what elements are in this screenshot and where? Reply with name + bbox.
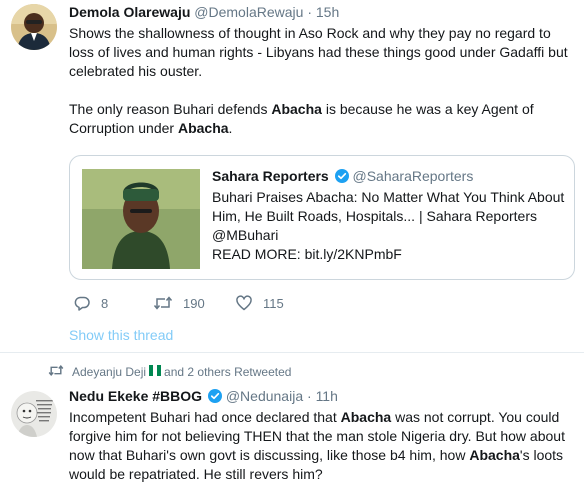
quoted-author-name: Sahara Reporters bbox=[212, 168, 329, 184]
text-segment: 's loots bbox=[519, 447, 564, 463]
text-bold-segment: Abacha bbox=[177, 120, 229, 136]
text-line: would be repatriated. He still revers hi… bbox=[69, 466, 323, 482]
quoted-text-line: Him, He Built Roads, Hospitals... | Saha… bbox=[212, 208, 537, 224]
retweet-context-suffix: and 2 others Retweeted bbox=[164, 365, 292, 379]
text-segment: The only reason Buhari defends bbox=[69, 101, 272, 117]
avatar-demola[interactable] bbox=[11, 4, 57, 50]
avatar-nedu[interactable] bbox=[11, 391, 57, 437]
tweet-actions: 8 190 115 bbox=[69, 294, 469, 316]
nigeria-flag-icon bbox=[149, 365, 162, 379]
author-name[interactable]: Nedu Ekeke #BBOG bbox=[69, 388, 202, 404]
text-line: The only reason Buhari defends Abacha is… bbox=[69, 100, 574, 119]
retweet-context: Adeyanju Deji and 2 others Retweeted bbox=[48, 364, 291, 380]
quoted-tweet-card[interactable]: Sahara Reporters @SaharaReporters Buhari… bbox=[69, 155, 575, 280]
quoted-tweet-header: Sahara Reporters @SaharaReporters bbox=[212, 167, 567, 188]
reply-button[interactable]: 8 bbox=[73, 294, 108, 312]
quoted-text-line: @MBuhari bbox=[212, 227, 279, 243]
quoted-text-line: Buhari Praises Abacha: No Matter What Yo… bbox=[212, 189, 565, 205]
tweet-demola[interactable]: Demola Olarewaju @DemolaRewaju · 15h Sho… bbox=[0, 0, 584, 352]
tweet-timestamp[interactable]: 11h bbox=[316, 388, 338, 404]
retweeter-name[interactable]: Adeyanju Deji bbox=[72, 365, 146, 379]
author-handle[interactable]: @DemolaRewaju bbox=[194, 4, 303, 20]
separator-dot: · bbox=[307, 4, 312, 20]
verified-badge-icon bbox=[334, 169, 349, 188]
quoted-text-line: READ MORE: bit.ly/2KNPmbF bbox=[212, 246, 402, 262]
text-line: loss of lives and human rights - Libyans… bbox=[69, 44, 568, 60]
author-handle[interactable]: @Nedunaija bbox=[226, 388, 303, 404]
text-bold-segment: Abacha bbox=[271, 101, 322, 117]
like-count: 115 bbox=[263, 295, 284, 311]
like-button[interactable]: 115 bbox=[235, 294, 284, 312]
retweet-count: 190 bbox=[183, 295, 205, 311]
verified-badge-icon bbox=[207, 389, 222, 407]
text-bold-segment: Abacha bbox=[340, 409, 392, 425]
text-segment: now that Buhari's own govt is discussing… bbox=[69, 447, 470, 463]
text-segment: Corruption under bbox=[69, 120, 178, 136]
reply-icon bbox=[73, 294, 91, 312]
quoted-author-handle: @SaharaReporters bbox=[352, 168, 474, 184]
text-segment: is because he was a key Agent of bbox=[321, 101, 534, 117]
tweet-body: Incompetent Buhari had once declared tha… bbox=[69, 408, 574, 484]
tweet-timestamp[interactable]: 15h bbox=[316, 4, 339, 20]
retweet-icon bbox=[153, 294, 173, 312]
text-segment: Incompetent Buhari had once declared tha… bbox=[69, 409, 341, 425]
retweet-button[interactable]: 190 bbox=[153, 294, 205, 312]
text-line: celebrated his ouster. bbox=[69, 63, 203, 79]
heart-icon bbox=[235, 294, 253, 312]
tweet-nedu[interactable]: Adeyanju Deji and 2 others Retweeted Ned… bbox=[0, 352, 584, 491]
text-line: Shows the shallowness of thought in Aso … bbox=[69, 25, 551, 41]
text-segment: . bbox=[228, 120, 233, 136]
reply-count: 8 bbox=[101, 295, 109, 311]
text-line: Corruption under Abacha. bbox=[69, 119, 574, 138]
text-line: forgive him for not believing THEN that … bbox=[69, 428, 565, 444]
text-segment: was not corrupt. You could bbox=[391, 409, 560, 425]
text-line: Incompetent Buhari had once declared tha… bbox=[69, 408, 574, 427]
separator-dot: · bbox=[307, 388, 312, 404]
quoted-tweet-image bbox=[82, 169, 200, 269]
text-bold-segment: Abacha bbox=[469, 447, 520, 463]
retweet-icon bbox=[48, 364, 64, 380]
text-line: now that Buhari's own govt is discussing… bbox=[69, 446, 574, 465]
quoted-tweet-body: Sahara Reporters @SaharaReporters Buhari… bbox=[212, 167, 567, 264]
author-name[interactable]: Demola Olarewaju bbox=[69, 4, 190, 20]
tweet-header: Nedu Ekeke #BBOG @Nedunaija · 11h bbox=[69, 387, 338, 407]
show-thread-link[interactable]: Show this thread bbox=[69, 327, 173, 343]
tweet-body: Shows the shallowness of thought in Aso … bbox=[69, 24, 574, 138]
tweet-header: Demola Olarewaju @DemolaRewaju · 15h bbox=[69, 3, 339, 21]
